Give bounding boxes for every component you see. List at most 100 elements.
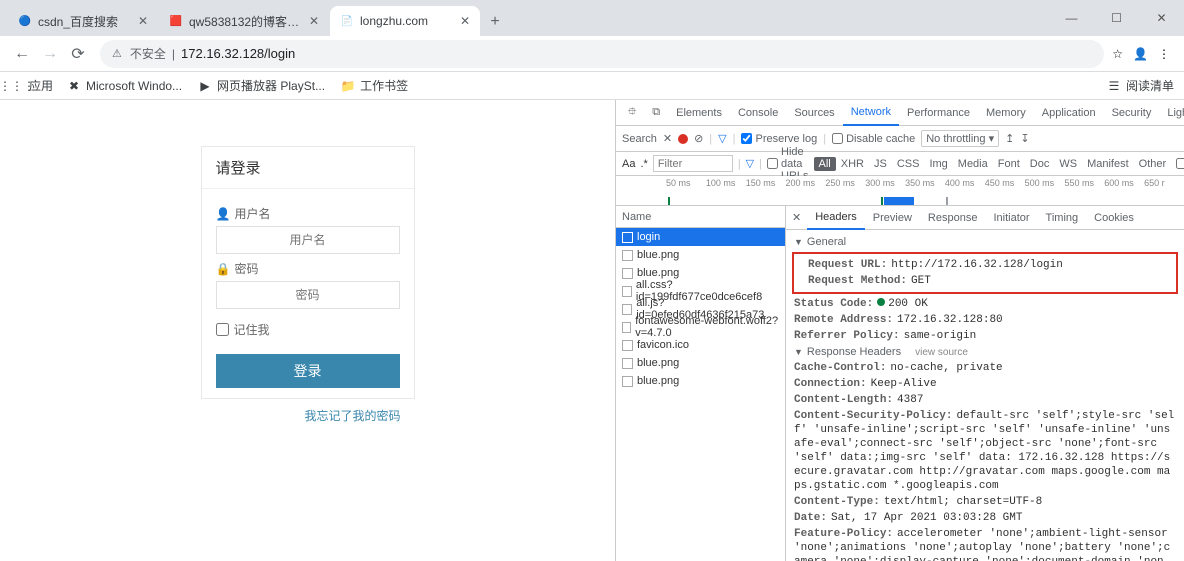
filter-input[interactable] xyxy=(653,155,733,172)
request-row[interactable]: blue.png xyxy=(616,372,785,390)
close-search-icon[interactable]: ✕ xyxy=(663,132,672,145)
tab-sources[interactable]: Sources xyxy=(786,100,842,126)
header-key: Referrer Policy: xyxy=(794,330,900,342)
upload-icon[interactable]: ↥ xyxy=(1005,132,1014,145)
tab-elements[interactable]: Elements xyxy=(668,100,730,126)
tab-preview[interactable]: Preview xyxy=(865,206,920,230)
tab-response[interactable]: Response xyxy=(920,206,986,230)
device-icon[interactable]: ⧉ xyxy=(644,100,668,126)
tab-timing[interactable]: Timing xyxy=(1038,206,1087,230)
column-header-name[interactable]: Name xyxy=(616,206,785,228)
clear-icon[interactable]: ⊘ xyxy=(694,132,703,145)
minimize-button[interactable]: — xyxy=(1049,0,1094,36)
type-filter-all[interactable]: All xyxy=(814,157,836,171)
download-icon[interactable]: ↧ xyxy=(1020,132,1029,145)
address-bar: ← → ⟳ ⚠ 不安全 | 172.16.32.128/login ☆ 👤 ⋮ xyxy=(0,36,1184,72)
bookmark-star-icon[interactable]: ☆ xyxy=(1112,47,1123,61)
type-filter-js[interactable]: JS xyxy=(869,157,892,171)
request-row[interactable]: fontawesome-webfont.woff2?v=4.7.0 xyxy=(616,318,785,336)
regex-icon[interactable]: .* xyxy=(640,158,647,170)
throttling-select[interactable]: No throttling ▾ xyxy=(921,130,999,147)
bookmark-item[interactable]: 📁 工作书签 xyxy=(341,77,408,94)
favicon-icon: 📄 xyxy=(340,14,354,28)
username-input[interactable] xyxy=(216,226,400,254)
forgot-link-wrap: 我忘记了我的密码 xyxy=(201,399,415,432)
file-icon xyxy=(622,358,633,369)
disable-cache-checkbox[interactable]: Disable cache xyxy=(832,133,915,145)
apps-button[interactable]: ⋮⋮⋮ 应用 xyxy=(10,77,53,94)
browser-tab[interactable]: 🔵 csdn_百度搜索 ✕ xyxy=(8,6,158,36)
header-value: 172.16.32.128:80 xyxy=(897,314,1003,326)
type-filter-ws[interactable]: WS xyxy=(1054,157,1082,171)
inspect-icon[interactable]: ⯐ xyxy=(620,100,644,126)
type-filter-img[interactable]: Img xyxy=(924,157,952,171)
tab-memory[interactable]: Memory xyxy=(978,100,1034,126)
forward-button[interactable]: → xyxy=(36,40,64,68)
list-icon: ☰ xyxy=(1107,79,1121,93)
password-label: 🔒 密码 xyxy=(216,260,400,277)
close-details-icon[interactable]: ✕ xyxy=(792,211,801,224)
header-key: Connection: xyxy=(794,378,867,390)
profile-icon[interactable]: 👤 xyxy=(1133,47,1148,61)
bookmark-item[interactable]: ▶ 网页播放器 PlaySt... xyxy=(198,77,325,94)
tab-application[interactable]: Application xyxy=(1034,100,1104,126)
file-icon xyxy=(622,340,633,351)
password-input[interactable] xyxy=(216,281,400,309)
request-list: Name loginblue.pngblue.pngall.css?id=199… xyxy=(616,206,786,561)
back-button[interactable]: ← xyxy=(8,40,36,68)
favicon-icon: 🟥 xyxy=(169,14,183,28)
close-icon[interactable]: ✕ xyxy=(309,14,319,28)
type-filter-media[interactable]: Media xyxy=(953,157,993,171)
request-row[interactable]: blue.png xyxy=(616,246,785,264)
checkbox-input[interactable] xyxy=(216,323,229,336)
tab-performance[interactable]: Performance xyxy=(899,100,978,126)
login-button[interactable]: 登录 xyxy=(216,354,400,388)
tab-security[interactable]: Security xyxy=(1104,100,1160,126)
close-icon[interactable]: ✕ xyxy=(460,14,470,28)
view-source-link[interactable]: view source xyxy=(915,347,968,358)
reload-button[interactable]: ⟳ xyxy=(64,40,92,68)
tab-initiator[interactable]: Initiator xyxy=(985,206,1037,230)
reading-list-button[interactable]: ☰ 阅读清单 xyxy=(1107,77,1174,94)
header-key: Content-Length: xyxy=(794,394,893,406)
type-filter-font[interactable]: Font xyxy=(993,157,1025,171)
tab-headers[interactable]: Headers xyxy=(807,206,865,230)
header-value: 200 OK xyxy=(888,298,928,310)
section-response-headers[interactable]: ▼Response Headersview source xyxy=(786,344,1184,360)
type-filter-css[interactable]: CSS xyxy=(892,157,925,171)
remember-checkbox[interactable]: 记住我 xyxy=(216,321,400,338)
request-row[interactable]: blue.png xyxy=(616,354,785,372)
tab-console[interactable]: Console xyxy=(730,100,786,126)
record-icon[interactable] xyxy=(678,134,688,144)
devtools-tab-bar: ⯐ ⧉ Elements Console Sources Network Per… xyxy=(616,100,1184,126)
type-filter-manifest[interactable]: Manifest xyxy=(1082,157,1134,171)
new-tab-button[interactable]: + xyxy=(481,8,509,36)
separator: | xyxy=(172,47,175,61)
filter-toggle-icon[interactable]: ▽ xyxy=(718,132,726,145)
browser-tab[interactable]: 🟥 qw5838132的博客_CSDN博客-... ✕ xyxy=(159,6,329,36)
type-filter-xhr[interactable]: XHR xyxy=(836,157,869,171)
maximize-button[interactable]: ☐ xyxy=(1094,0,1139,36)
tab-network[interactable]: Network xyxy=(843,100,899,126)
request-row[interactable]: login xyxy=(616,228,785,246)
header-key: Request Method: xyxy=(808,275,907,287)
type-filter-other[interactable]: Other xyxy=(1134,157,1172,171)
section-general[interactable]: ▼General xyxy=(786,234,1184,250)
window-controls: — ☐ ✕ xyxy=(1049,0,1184,36)
page-content: 请登录 👤 用户名 🔒 密码 记住我 xyxy=(0,100,615,561)
menu-icon[interactable]: ⋮ xyxy=(1158,47,1170,61)
funnel-icon[interactable]: ▽ xyxy=(746,157,754,170)
tab-lighthouse[interactable]: Lighthouse xyxy=(1159,100,1184,126)
tab-cookies[interactable]: Cookies xyxy=(1086,206,1142,230)
type-filter-doc[interactable]: Doc xyxy=(1025,157,1055,171)
network-timeline[interactable]: 50 ms100 ms150 ms200 ms250 ms300 ms350 m… xyxy=(616,176,1184,206)
close-icon[interactable]: ✕ xyxy=(138,14,148,28)
case-icon[interactable]: Aa xyxy=(622,158,635,170)
header-key: Date: xyxy=(794,512,827,524)
preserve-log-checkbox[interactable]: Preserve log xyxy=(741,133,817,145)
bookmark-item[interactable]: ✖ Microsoft Windo... xyxy=(67,79,182,93)
close-window-button[interactable]: ✕ xyxy=(1139,0,1184,36)
url-input[interactable]: ⚠ 不安全 | 172.16.32.128/login xyxy=(100,40,1104,68)
browser-tab-active[interactable]: 📄 longzhu.com ✕ xyxy=(330,6,480,36)
forgot-password-link[interactable]: 我忘记了我的密码 xyxy=(304,409,400,423)
